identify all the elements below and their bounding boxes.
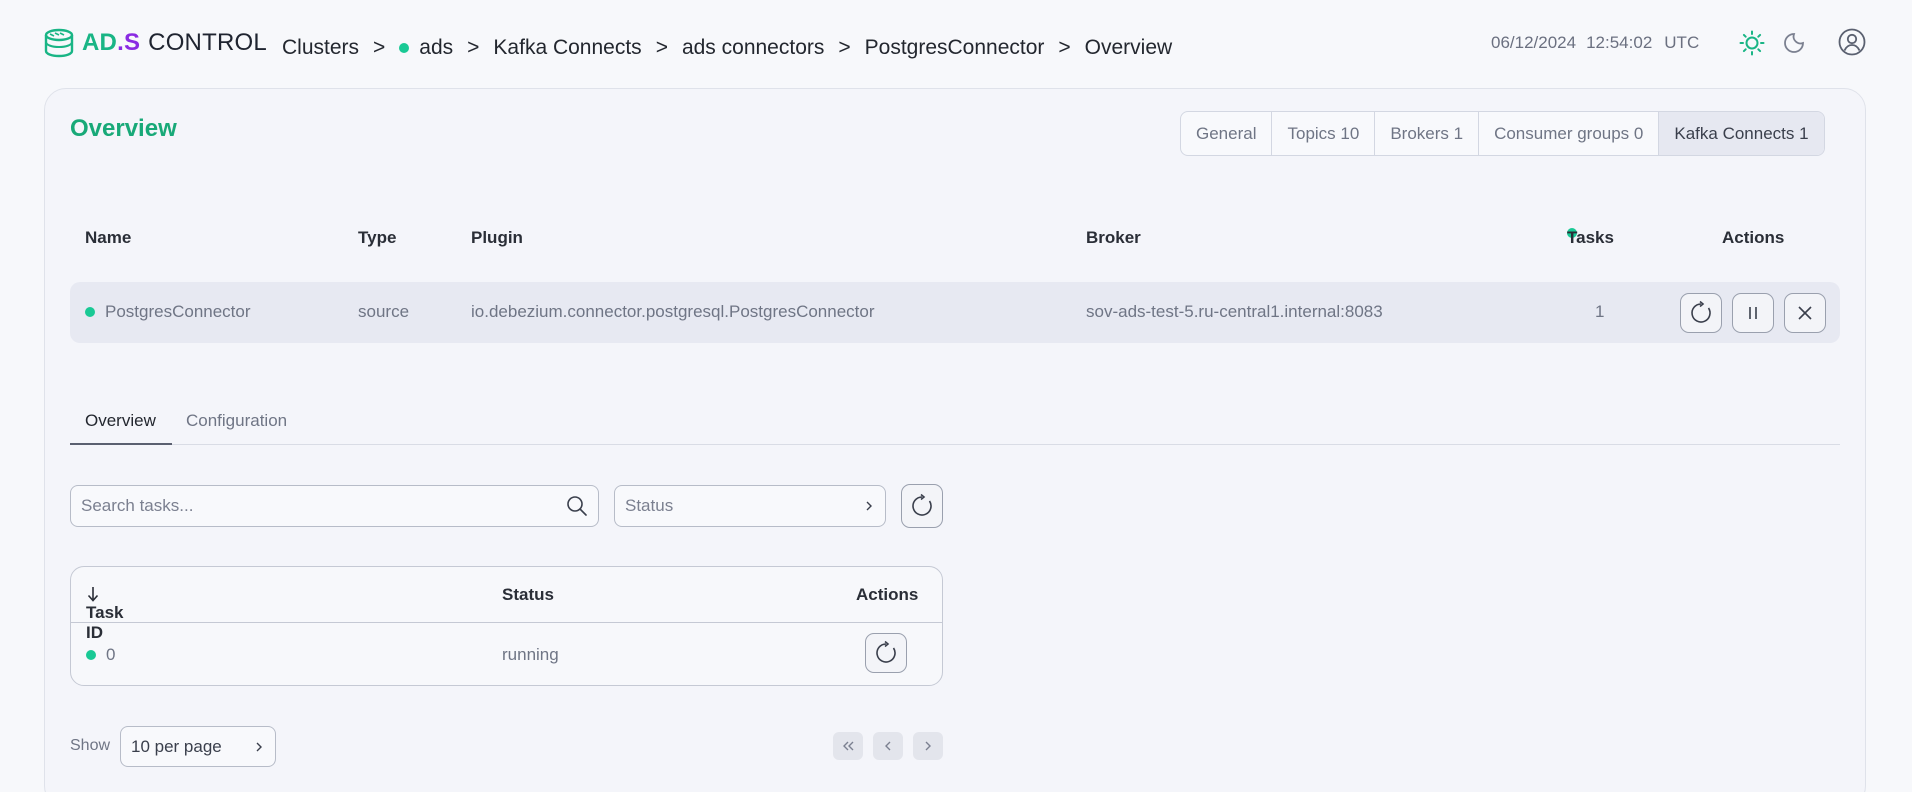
sort-arrow-down-icon bbox=[87, 587, 99, 602]
segment-topics[interactable]: Topics 10 bbox=[1272, 112, 1376, 155]
app-logo[interactable]: AD .S CONTROL bbox=[44, 27, 267, 59]
connector-tasks-count: 1 bbox=[1595, 302, 1605, 321]
col-plugin[interactable]: Plugin bbox=[471, 228, 523, 248]
moon-icon bbox=[1784, 33, 1804, 53]
dark-theme-button[interactable] bbox=[1779, 28, 1809, 58]
breadcrumb-cluster-label: ads bbox=[419, 36, 454, 59]
segment-brokers[interactable]: Brokers 1 bbox=[1375, 112, 1480, 155]
connector-row[interactable]: PostgresConnector source io.debezium.con… bbox=[70, 282, 1840, 343]
breadcrumb-separator: > bbox=[373, 36, 386, 59]
logo-text: AD .S CONTROL bbox=[82, 29, 267, 57]
user-profile-button[interactable] bbox=[1837, 27, 1867, 57]
chevron-left-icon bbox=[885, 741, 891, 751]
current-date: 06/12/2024 bbox=[1491, 33, 1577, 52]
chevron-right-icon bbox=[256, 742, 262, 751]
tabs-divider bbox=[70, 444, 1840, 445]
overview-card bbox=[44, 88, 1866, 792]
breadcrumb-current-overview: Overview bbox=[1084, 36, 1173, 59]
col-name[interactable]: Name bbox=[85, 228, 131, 248]
active-tab-indicator bbox=[70, 443, 172, 445]
prev-page-button[interactable] bbox=[873, 732, 903, 760]
breadcrumb-kafka-connects[interactable]: Kafka Connects bbox=[493, 36, 641, 60]
search-icon[interactable] bbox=[566, 495, 588, 517]
logo-icon bbox=[44, 28, 74, 58]
logo-ad: AD bbox=[82, 29, 118, 56]
pause-icon bbox=[1749, 307, 1757, 319]
show-label: Show bbox=[70, 737, 111, 754]
search-tasks-field bbox=[70, 485, 599, 527]
per-page-value: 10 per page bbox=[131, 736, 222, 756]
chevrons-left-icon bbox=[843, 741, 854, 751]
refresh-tasks-button[interactable] bbox=[901, 484, 943, 528]
breadcrumb-separator: > bbox=[1058, 36, 1071, 59]
tasks-table: Task ID Status Actions 0 running bbox=[70, 566, 943, 686]
per-page-select[interactable]: 10 per page bbox=[120, 726, 276, 767]
current-time: 12:54:02 bbox=[1586, 33, 1653, 52]
breadcrumb-separator: > bbox=[655, 36, 668, 59]
search-tasks-input[interactable] bbox=[81, 496, 566, 516]
breadcrumb-clusters[interactable]: Clusters bbox=[282, 36, 359, 60]
delete-connector-button[interactable] bbox=[1784, 293, 1826, 333]
breadcrumb-separator: > bbox=[838, 36, 851, 59]
col-task-status[interactable]: Status bbox=[502, 585, 554, 605]
tab-overview[interactable]: Overview bbox=[70, 411, 171, 431]
connector-status-dot bbox=[85, 307, 95, 317]
first-page-button[interactable] bbox=[833, 732, 863, 760]
next-page-button[interactable] bbox=[913, 732, 943, 760]
task-status-dot bbox=[86, 650, 96, 660]
breadcrumb-ads-connectors[interactable]: ads connectors bbox=[682, 36, 824, 60]
segment-kafka-connects[interactable]: Kafka Connects 1 bbox=[1659, 112, 1824, 155]
restart-icon bbox=[1691, 300, 1711, 323]
page-title: Overview bbox=[70, 115, 177, 142]
chevron-right-icon bbox=[866, 501, 872, 511]
user-icon bbox=[1838, 28, 1866, 56]
restart-connector-button[interactable] bbox=[1680, 293, 1722, 333]
breadcrumb: Clusters > ads > Kafka Connects > ads co… bbox=[282, 36, 1172, 60]
connector-broker: sov-ads-test-5.ru-central1.internal:8083 bbox=[1086, 302, 1383, 321]
timezone: UTC bbox=[1664, 33, 1700, 52]
task-id-cell: 0 bbox=[86, 645, 115, 665]
col-task-id-label: Task ID bbox=[86, 603, 124, 642]
close-icon bbox=[1798, 306, 1812, 320]
server-datetime: 06/12/2024 12:54:02 UTC bbox=[1491, 33, 1699, 53]
col-tasks-label: Tasks bbox=[1567, 228, 1614, 247]
connector-table-header: Name Type Plugin Broker Tasks Actions bbox=[0, 228, 1912, 250]
tasks-table-header: Task ID Status Actions bbox=[71, 567, 942, 642]
breadcrumb-separator: > bbox=[467, 36, 480, 59]
task-status: running bbox=[502, 645, 559, 664]
logo-s: .S bbox=[117, 29, 141, 56]
col-task-id[interactable]: Task ID bbox=[86, 585, 124, 642]
restart-task-button[interactable] bbox=[865, 633, 907, 673]
sun-icon bbox=[1739, 30, 1765, 56]
pause-connector-button[interactable] bbox=[1732, 293, 1774, 333]
col-type[interactable]: Type bbox=[358, 228, 396, 248]
status-filter-select[interactable]: Status bbox=[614, 485, 886, 527]
restart-icon bbox=[876, 640, 896, 663]
breadcrumb-postgres-connector[interactable]: PostgresConnector bbox=[865, 36, 1045, 60]
connector-type: source bbox=[358, 302, 410, 321]
status-filter-placeholder: Status bbox=[625, 496, 674, 515]
connector-plugin: io.debezium.connector.postgresql.Postgre… bbox=[471, 302, 875, 321]
top-header: AD .S CONTROL Clusters > ads > Kafka Conn… bbox=[0, 0, 1912, 88]
chevron-right-icon bbox=[925, 741, 931, 751]
breadcrumb-cluster-ads[interactable]: ads bbox=[399, 36, 453, 60]
segment-general[interactable]: General bbox=[1181, 112, 1273, 155]
refresh-icon bbox=[912, 493, 932, 516]
light-theme-button[interactable] bbox=[1737, 28, 1767, 58]
tab-configuration[interactable]: Configuration bbox=[186, 411, 287, 431]
segment-consumer-groups[interactable]: Consumer groups 0 bbox=[1479, 112, 1660, 155]
connector-name: PostgresConnector bbox=[105, 302, 251, 321]
col-task-actions: Actions bbox=[856, 585, 919, 604]
connector-name-cell[interactable]: PostgresConnector bbox=[85, 302, 251, 322]
col-actions: Actions bbox=[1722, 228, 1785, 247]
logo-control: CONTROL bbox=[148, 29, 267, 56]
task-id: 0 bbox=[106, 645, 116, 664]
cluster-section-tabs: General Topics 10 Brokers 1 Consumer gro… bbox=[1180, 111, 1825, 156]
col-broker[interactable]: Broker bbox=[1086, 228, 1141, 248]
cluster-status-dot bbox=[399, 43, 410, 53]
